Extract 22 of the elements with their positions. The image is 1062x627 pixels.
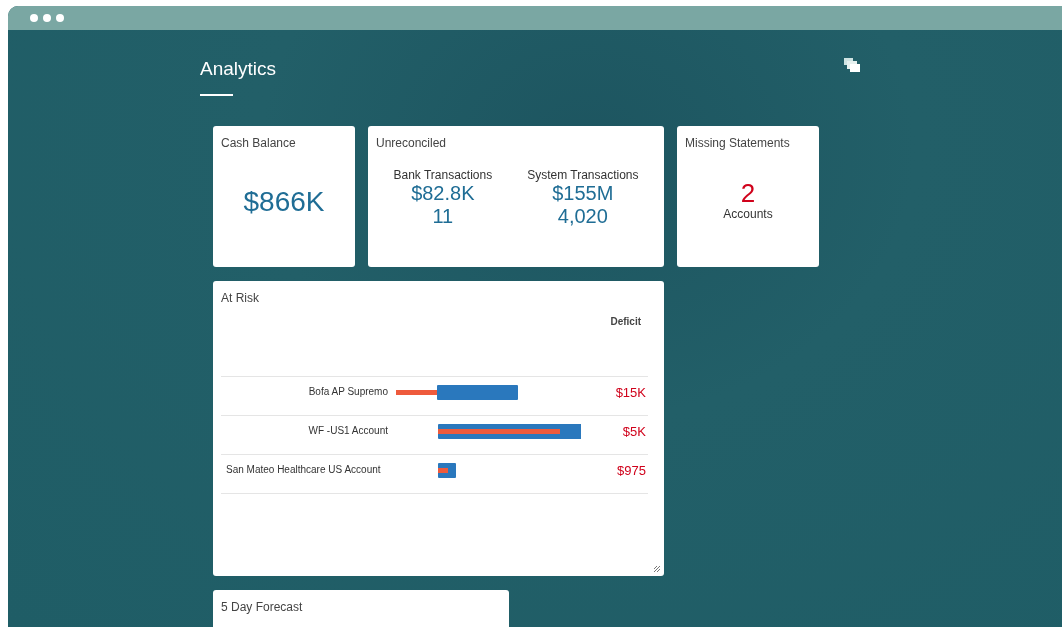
transactions-count: 4,020: [557, 205, 608, 228]
page-title: Analytics: [200, 58, 277, 80]
missing-label: Accounts: [723, 207, 773, 221]
deficit-value: $5K: [621, 423, 647, 439]
transactions-amount: $155M: [552, 182, 614, 205]
deficit-value: $975: [616, 462, 647, 478]
card-title: 5 Day Forecast: [221, 600, 303, 614]
transactions-label: System Transactions: [527, 168, 639, 182]
account-name: San Mateo Healthcare US Account: [225, 463, 382, 475]
deficit-header: Deficit: [609, 316, 642, 329]
account-name: WF -US1 Account: [307, 424, 389, 436]
card-title: Missing Statements: [685, 136, 790, 150]
card-title: Unreconciled: [376, 136, 447, 150]
transactions-label: Bank Transactions: [393, 168, 493, 182]
card-title: Cash Balance: [221, 136, 296, 150]
cash-balance-value: $866K: [242, 186, 326, 218]
card-title: At Risk: [221, 291, 259, 305]
account-name: Bofa AP Supremo: [307, 385, 389, 397]
deficit-value: $15K: [614, 384, 647, 400]
transactions-amount: $82.8K: [411, 182, 475, 205]
missing-count: 2: [740, 179, 756, 207]
transactions-count: 11: [432, 205, 454, 228]
